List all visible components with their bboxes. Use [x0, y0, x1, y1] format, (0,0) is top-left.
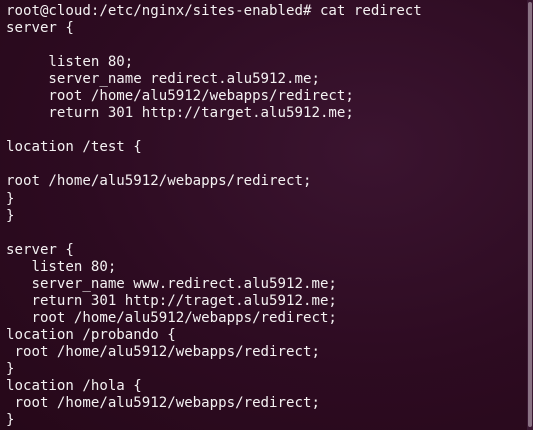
terminal-line: return 301 http://traget.alu5912.me;	[6, 292, 337, 309]
scrollbar[interactable]	[527, 0, 533, 430]
scrollbar-thumb[interactable]	[528, 2, 532, 427]
terminal-line: location /probando {	[6, 326, 176, 343]
terminal-line: root /home/alu5912/webapps/redirect;	[6, 343, 320, 360]
terminal-line: root /home/alu5912/webapps/redirect;	[6, 88, 354, 105]
terminal-window[interactable]: root@cloud:/etc/nginx/sites-enabled# cat…	[0, 0, 533, 430]
terminal-line: root /home/alu5912/webapps/redirect;	[6, 395, 320, 412]
terminal-output: root@cloud:/etc/nginx/sites-enabled# cat…	[6, 3, 422, 429]
terminal-line: server_name www.redirect.alu5912.me;	[6, 275, 337, 292]
terminal-line: server {	[6, 241, 74, 258]
terminal-line: server {	[6, 20, 74, 37]
terminal-line: location /hola {	[6, 378, 142, 395]
terminal-line: root /home/alu5912/webapps/redirect;	[6, 309, 337, 326]
terminal-line: }	[6, 207, 15, 224]
terminal-line: listen 80;	[6, 54, 134, 71]
terminal-line: }	[6, 190, 15, 207]
terminal-line: listen 80;	[6, 258, 117, 275]
terminal-line: root@cloud:/etc/nginx/sites-enabled# cat…	[6, 3, 422, 19]
terminal-line: }	[6, 412, 15, 429]
terminal-line: }	[6, 360, 15, 377]
terminal-line: return 301 http://target.alu5912.me;	[6, 105, 354, 122]
terminal-line: server_name redirect.alu5912.me;	[6, 71, 320, 88]
terminal-line: root /home/alu5912/webapps/redirect;	[6, 173, 312, 190]
terminal-line: location /test {	[6, 139, 142, 156]
